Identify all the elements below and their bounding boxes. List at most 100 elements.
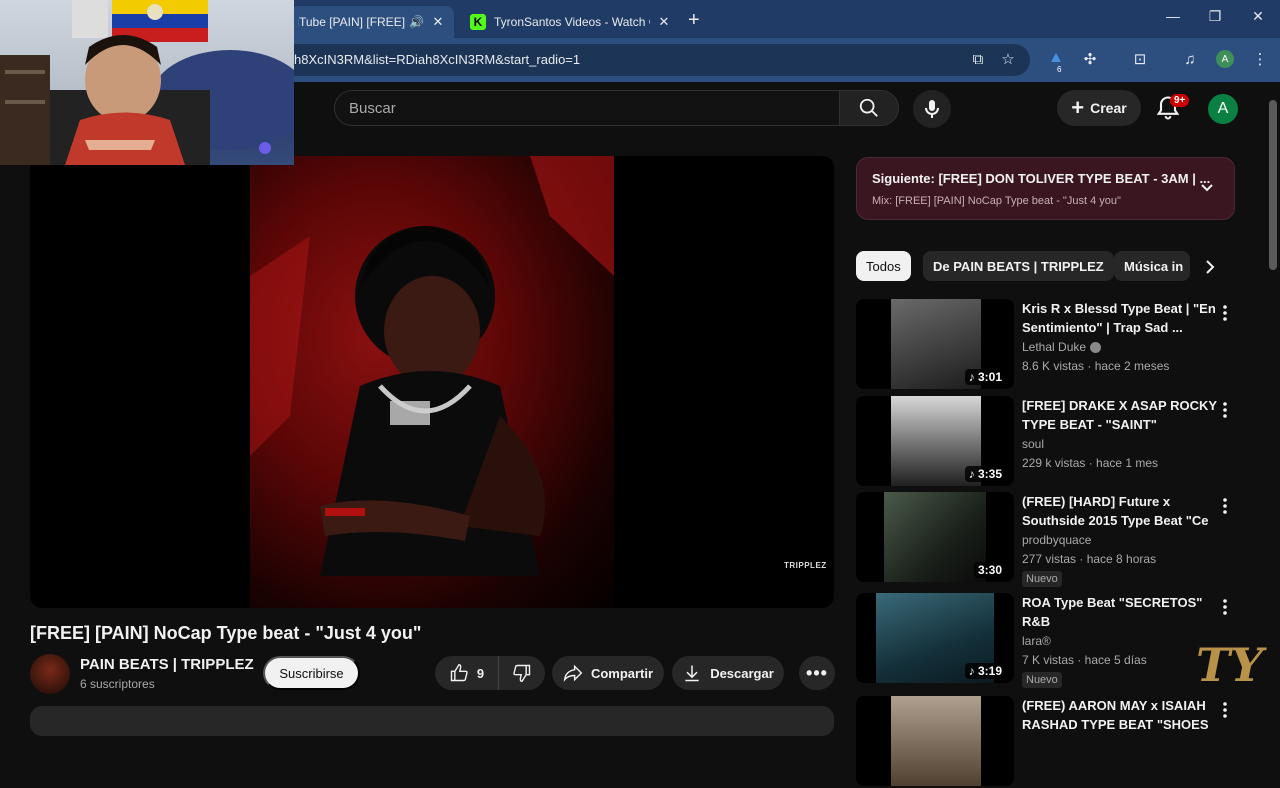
mix-next-title: Siguiente: [FREE] DON TOLIVER TYPE BEAT …	[872, 171, 1211, 186]
recommendation-meta: 7 K vistas · hace 5 días	[1022, 653, 1147, 667]
extension-icon[interactable]: 6	[1046, 50, 1066, 74]
recommendation-title[interactable]: (FREE) [HARD] Future x Southside 2015 Ty…	[1022, 492, 1218, 530]
more-vertical-icon[interactable]	[1220, 496, 1230, 516]
account-avatar[interactable]: A	[1208, 94, 1238, 124]
mix-playlist-panel[interactable]: Siguiente: [FREE] DON TOLIVER TYPE BEAT …	[856, 157, 1235, 220]
channel-avatar[interactable]	[30, 654, 70, 694]
streamer-logo: TY	[1196, 638, 1264, 692]
share-icon	[563, 664, 583, 682]
more-horizontal-icon: •••	[806, 662, 828, 683]
install-app-icon[interactable]: ⧉	[968, 50, 988, 70]
puzzle-extensions-icon[interactable]: ✣	[1080, 50, 1100, 70]
more-vertical-icon[interactable]	[1220, 303, 1230, 323]
microphone-icon	[925, 100, 939, 118]
more-vertical-icon[interactable]	[1220, 597, 1230, 617]
description-box[interactable]	[30, 706, 834, 736]
webcam-overlay	[0, 0, 294, 165]
video-player[interactable]: TRIPPLEZ	[30, 156, 834, 608]
recommendation-title[interactable]: ROA Type Beat "SECRETOS" R&B	[1022, 593, 1218, 631]
recommendation-channel[interactable]: Lethal Duke	[1022, 340, 1102, 354]
duration-badge: ♪ 3:35	[964, 466, 1006, 482]
recommendation-item[interactable]: ♪ 3:01 Kris R x Blessd Type Beat | "En S…	[856, 299, 1236, 391]
like-count: 9	[476, 665, 485, 681]
window-close-icon[interactable]: ✕	[1243, 8, 1273, 25]
recommendation-meta: 8.6 K vistas · hace 2 meses	[1022, 359, 1170, 373]
subscribe-button[interactable]: Suscribirse	[263, 656, 360, 690]
tab-title: TyronSantos Videos - Watch On Kick	[494, 15, 650, 29]
share-label: Compartir	[590, 665, 654, 681]
duration-text: 3:35	[977, 467, 1002, 481]
recommendation-thumbnail[interactable]: 3:30	[856, 492, 1014, 582]
thumbs-down-icon	[513, 664, 531, 683]
bookmark-star-icon[interactable]: ☆	[998, 50, 1018, 70]
new-badge: Nuevo	[1022, 571, 1062, 587]
duration-badge: ♪ 3:01	[964, 369, 1006, 385]
chip-musica[interactable]: Música in	[1114, 251, 1190, 281]
duration-badge: 3:30	[973, 562, 1006, 578]
recommendation-title[interactable]: Kris R x Blessd Type Beat | "En Sentimie…	[1022, 299, 1218, 337]
download-label: Descargar	[710, 665, 774, 681]
voice-search-button[interactable]	[913, 90, 951, 128]
share-button[interactable]: Compartir	[552, 656, 664, 690]
page-scrollbar[interactable]	[1266, 82, 1280, 720]
minimize-icon[interactable]: —	[1158, 8, 1188, 24]
download-button[interactable]: Descargar	[672, 656, 784, 690]
recommendation-channel[interactable]: prodbyquace	[1022, 533, 1091, 547]
recommendation-thumbnail[interactable]: ♪ 3:19	[856, 593, 1014, 683]
media-control-icon[interactable]: ♫	[1180, 50, 1200, 70]
dislike-button[interactable]	[499, 656, 545, 690]
audio-icon[interactable]: 🔊	[409, 15, 424, 29]
recommendation-item[interactable]: ♪ 3:35 [FREE] DRAKE X ASAP ROCKY TYPE BE…	[856, 396, 1236, 488]
recommendation-item[interactable]: (FREE) AARON MAY x ISAIAH RASHAD TYPE BE…	[856, 696, 1236, 788]
browser-profile-avatar[interactable]: A	[1216, 50, 1234, 68]
recommendation-thumbnail[interactable]: ♪ 3:01	[856, 299, 1014, 389]
new-tab-icon[interactable]: +	[688, 9, 700, 32]
subscriber-count: 6 suscriptores	[80, 677, 155, 691]
tab-kick[interactable]: K TyronSantos Videos - Watch On Kick ✕	[462, 6, 680, 38]
like-dislike-group: 9	[435, 656, 545, 690]
maximize-icon[interactable]: ❐	[1200, 8, 1230, 25]
chip-todos[interactable]: Todos	[856, 251, 911, 281]
search-input[interactable]	[349, 91, 829, 125]
recommendation-meta: 277 vistas · hace 8 horas	[1022, 552, 1157, 566]
search-button[interactable]	[839, 90, 899, 126]
recommendation-item[interactable]: ♪ 3:19 ROA Type Beat "SECRETOS" R&B lara…	[856, 593, 1236, 688]
tab-youtube[interactable]: [FREE] [PAIN] NoCap Type beat - Just 4 y…	[290, 6, 454, 38]
more-vertical-icon[interactable]	[1220, 700, 1230, 720]
video-title: [FREE] [PAIN] NoCap Type beat - "Just 4 …	[30, 623, 422, 643]
url-text[interactable]: h8XcIN3RM&list=RDiah8XcIN3RM&start_radio…	[294, 52, 580, 67]
download-icon	[685, 665, 699, 682]
chevron-right-icon[interactable]	[1200, 257, 1220, 277]
recommendation-thumbnail[interactable]: ♪ 3:35	[856, 396, 1014, 486]
channel-name[interactable]: PAIN BEATS | TRIPPLEZ	[80, 656, 254, 673]
create-button[interactable]: + Crear	[1057, 90, 1141, 126]
recommendation-channel[interactable]: lara®	[1022, 634, 1051, 648]
search-icon	[859, 98, 878, 117]
scrollbar-thumb[interactable]	[1269, 100, 1277, 270]
duration-text: 3:01	[977, 370, 1002, 384]
recommendation-item[interactable]: 3:30 (FREE) [HARD] Future x Southside 20…	[856, 492, 1236, 587]
tab-search-icon[interactable]: ⊡	[1130, 50, 1150, 70]
recommendation-channel[interactable]: soul	[1022, 437, 1044, 451]
close-tab-icon[interactable]: ✕	[656, 14, 672, 30]
duration-text: 3:30	[977, 563, 1002, 577]
more-actions-button[interactable]: •••	[799, 656, 835, 690]
browser-menu-icon[interactable]: ⋮	[1250, 50, 1270, 70]
recommendation-title[interactable]: [FREE] DRAKE X ASAP ROCKY TYPE BEAT - "S…	[1022, 396, 1218, 434]
chevron-down-icon[interactable]	[1199, 180, 1215, 196]
video-frame-figure	[250, 156, 614, 576]
recommendation-thumbnail[interactable]	[856, 696, 1014, 786]
search-box	[334, 90, 840, 126]
thumbs-up-icon	[450, 663, 468, 682]
recommendation-title[interactable]: (FREE) AARON MAY x ISAIAH RASHAD TYPE BE…	[1022, 696, 1218, 734]
chip-channel[interactable]: De PAIN BEATS | TRIPPLEZ	[923, 251, 1114, 281]
notifications-badge: 9+	[1170, 94, 1190, 107]
create-label: Crear	[1090, 100, 1127, 116]
more-vertical-icon[interactable]	[1220, 400, 1230, 420]
channel-watermark: TRIPPLEZ	[784, 561, 827, 570]
kick-favicon-icon: K	[470, 14, 486, 30]
plus-icon: +	[1071, 95, 1085, 120]
address-bar[interactable]: h8XcIN3RM&list=RDiah8XcIN3RM&start_radio…	[270, 44, 1030, 76]
close-tab-icon[interactable]: ✕	[430, 14, 446, 30]
like-button[interactable]: 9	[435, 656, 499, 690]
